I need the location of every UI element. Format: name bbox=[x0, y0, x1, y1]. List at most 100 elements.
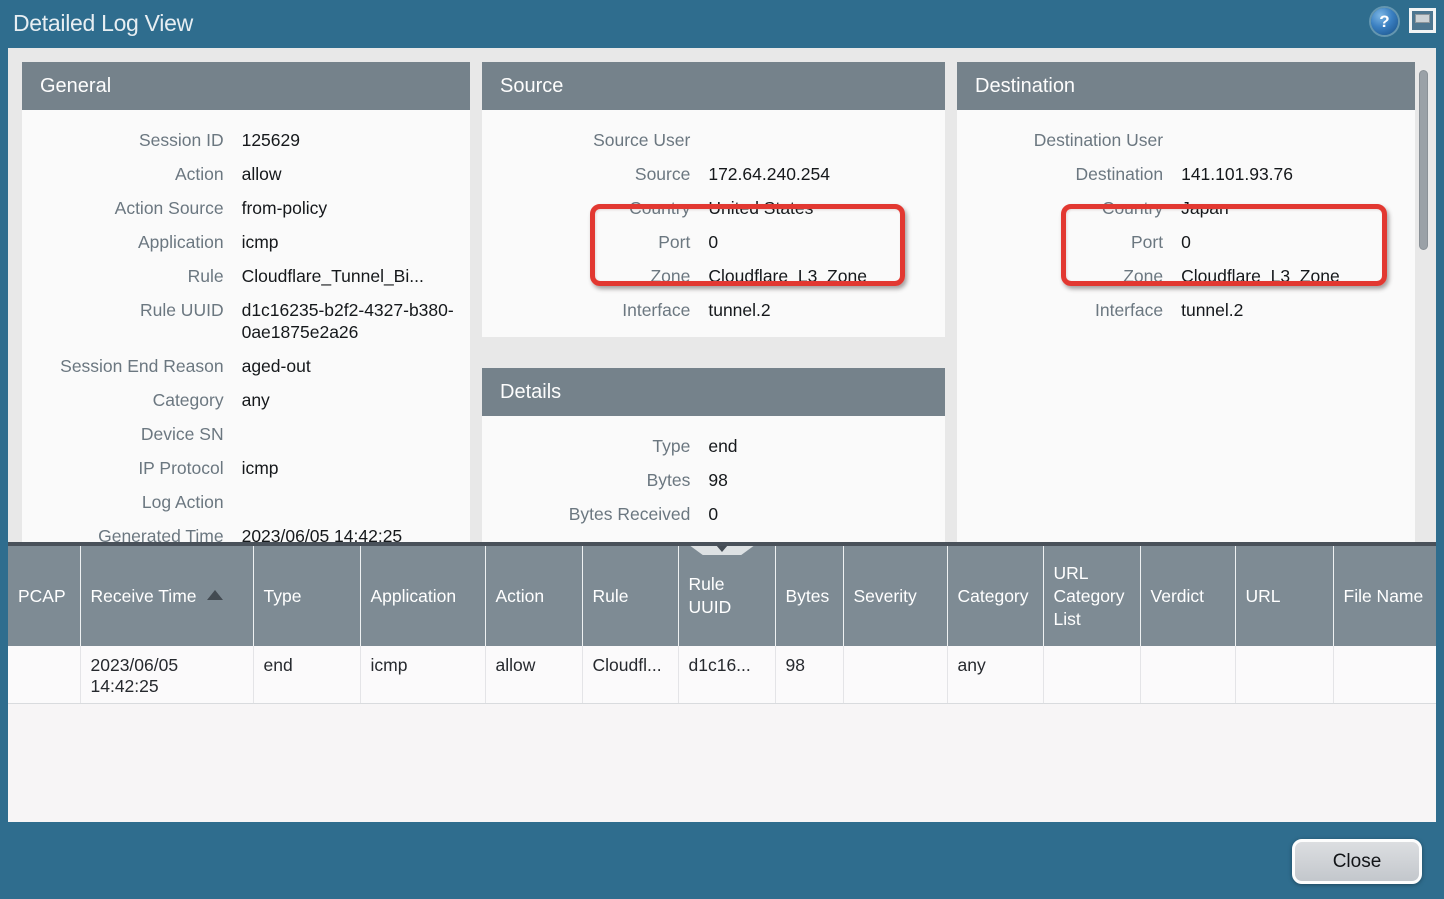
field-row: Category any bbox=[22, 383, 470, 417]
field-value: icmp bbox=[242, 457, 470, 479]
field-label: Log Action bbox=[22, 491, 224, 513]
cell-category: any bbox=[947, 646, 1043, 704]
field-label: Type bbox=[482, 435, 690, 457]
log-table-area: PCAP Receive Time Type Application Actio… bbox=[8, 542, 1436, 822]
column-header[interactable]: File Name bbox=[1333, 546, 1436, 646]
field-label: Rule UUID bbox=[22, 299, 224, 343]
field-value: Cloudflare_L3_Zone bbox=[708, 265, 945, 287]
field-value: allow bbox=[242, 163, 470, 185]
window-pane-glyph bbox=[1415, 14, 1430, 23]
field-value: 0 bbox=[708, 503, 945, 525]
field-label: Action bbox=[22, 163, 224, 185]
field-value: tunnel.2 bbox=[708, 299, 945, 321]
column-header-label: Category bbox=[958, 586, 1029, 606]
detail-panels-area: General Session ID 125629 Action allow bbox=[8, 48, 1436, 542]
field-label: Interface bbox=[957, 299, 1163, 321]
help-icon[interactable]: ? bbox=[1371, 8, 1398, 35]
field-label: Application bbox=[22, 231, 224, 253]
column-header[interactable]: Category bbox=[947, 546, 1043, 646]
cell-application: icmp bbox=[360, 646, 485, 704]
field-row: Country United States bbox=[482, 191, 945, 225]
field-row: Session End Reason aged-out bbox=[22, 349, 470, 383]
column-header[interactable]: Rule UUID bbox=[678, 546, 775, 646]
vertical-scrollbar-thumb[interactable] bbox=[1419, 70, 1428, 250]
log-row[interactable]: 2023/06/05 14:42:25 end icmp allow Cloud… bbox=[8, 646, 1436, 704]
field-value: 0 bbox=[1181, 231, 1415, 253]
field-row: Interface tunnel.2 bbox=[957, 293, 1415, 327]
destination-rows: Destination User Destination 141.101.93.… bbox=[957, 110, 1415, 327]
field-label: Bytes bbox=[482, 469, 690, 491]
field-value: Japan bbox=[1181, 197, 1415, 219]
column-header-label: Type bbox=[264, 586, 302, 606]
field-value: d1c16235-b2f2-4327-b380-0ae1875e2a26 bbox=[242, 299, 470, 343]
field-label: Source bbox=[482, 163, 690, 185]
column-header[interactable]: Action bbox=[485, 546, 582, 646]
field-value: from-policy bbox=[242, 197, 470, 219]
panel-destination-body: Destination User Destination 141.101.93.… bbox=[957, 110, 1415, 542]
cell-pcap bbox=[8, 646, 80, 704]
log-table-body: 2023/06/05 14:42:25 end icmp allow Cloud… bbox=[8, 646, 1436, 704]
panel-general-body: Session ID 125629 Action allow Action So… bbox=[22, 110, 470, 542]
chevron-down-icon bbox=[716, 545, 728, 552]
field-label: Country bbox=[482, 197, 690, 219]
column-header[interactable]: Application bbox=[360, 546, 485, 646]
column-header[interactable]: Rule bbox=[582, 546, 678, 646]
field-value: 98 bbox=[708, 469, 945, 491]
column-header[interactable]: PCAP bbox=[8, 546, 80, 646]
column-header[interactable]: Severity bbox=[843, 546, 947, 646]
panel-details: Details Type end Bytes 98 Bytes Receive bbox=[482, 368, 945, 542]
column-header[interactable]: Receive Time bbox=[80, 546, 253, 646]
column-header[interactable]: URL Category List bbox=[1043, 546, 1140, 646]
field-value bbox=[708, 129, 945, 151]
field-row: Destination 141.101.93.76 bbox=[957, 157, 1415, 191]
window-restore-icon[interactable] bbox=[1409, 8, 1436, 33]
panel-source-header: Source bbox=[482, 62, 945, 110]
field-row: Interface tunnel.2 bbox=[482, 293, 945, 327]
field-label: Country bbox=[957, 197, 1163, 219]
field-row: IP Protocol icmp bbox=[22, 451, 470, 485]
title-bar: Detailed Log View ? bbox=[0, 0, 1444, 48]
field-row: Bytes 98 bbox=[482, 463, 945, 497]
field-label: Device SN bbox=[22, 423, 224, 445]
panel-details-body: Type end Bytes 98 Bytes Received 0 bbox=[482, 416, 945, 542]
field-label: Zone bbox=[482, 265, 690, 287]
column-header-label: Verdict bbox=[1151, 586, 1205, 606]
field-value: 172.64.240.254 bbox=[708, 163, 945, 185]
cell-url bbox=[1235, 646, 1333, 704]
column-header[interactable]: URL bbox=[1235, 546, 1333, 646]
field-row: Rule UUID d1c16235-b2f2-4327-b380-0ae187… bbox=[22, 293, 470, 349]
cell-rule-uuid: d1c16... bbox=[678, 646, 775, 704]
column-header[interactable]: Bytes bbox=[775, 546, 843, 646]
column-header[interactable]: Type bbox=[253, 546, 360, 646]
close-button[interactable]: Close bbox=[1292, 839, 1422, 884]
cell-url-category-list bbox=[1043, 646, 1140, 704]
panel-destination: Destination Destination User Destination… bbox=[957, 62, 1415, 542]
field-value: United States bbox=[708, 197, 945, 219]
cell-action: allow bbox=[485, 646, 582, 704]
field-label: Generated Time bbox=[22, 525, 224, 542]
column-header-label: File Name bbox=[1344, 586, 1424, 606]
field-label: Action Source bbox=[22, 197, 224, 219]
field-row: Source 172.64.240.254 bbox=[482, 157, 945, 191]
field-value: any bbox=[242, 389, 470, 411]
column-header[interactable]: Verdict bbox=[1140, 546, 1235, 646]
cell-rule: Cloudfl... bbox=[582, 646, 678, 704]
log-table-header-row: PCAP Receive Time Type Application Actio… bbox=[8, 546, 1436, 646]
field-value: aged-out bbox=[242, 355, 470, 377]
column-header-label: Severity bbox=[854, 586, 917, 606]
column-header-label: Rule bbox=[593, 586, 629, 606]
column-header-label: Rule UUID bbox=[689, 574, 732, 617]
field-value: tunnel.2 bbox=[1181, 299, 1415, 321]
field-label: IP Protocol bbox=[22, 457, 224, 479]
field-row: Destination User bbox=[957, 123, 1415, 157]
field-row: Bytes Received 0 bbox=[482, 497, 945, 531]
field-value: icmp bbox=[242, 231, 470, 253]
field-value bbox=[242, 423, 470, 445]
field-row: Country Japan bbox=[957, 191, 1415, 225]
field-row: Zone Cloudflare_L3_Zone bbox=[957, 259, 1415, 293]
field-row: Device SN bbox=[22, 417, 470, 451]
column-header-label: URL Category List bbox=[1054, 563, 1125, 629]
cell-receive-time: 2023/06/05 14:42:25 bbox=[80, 646, 253, 704]
field-row: Source User bbox=[482, 123, 945, 157]
field-label: Bytes Received bbox=[482, 503, 690, 525]
